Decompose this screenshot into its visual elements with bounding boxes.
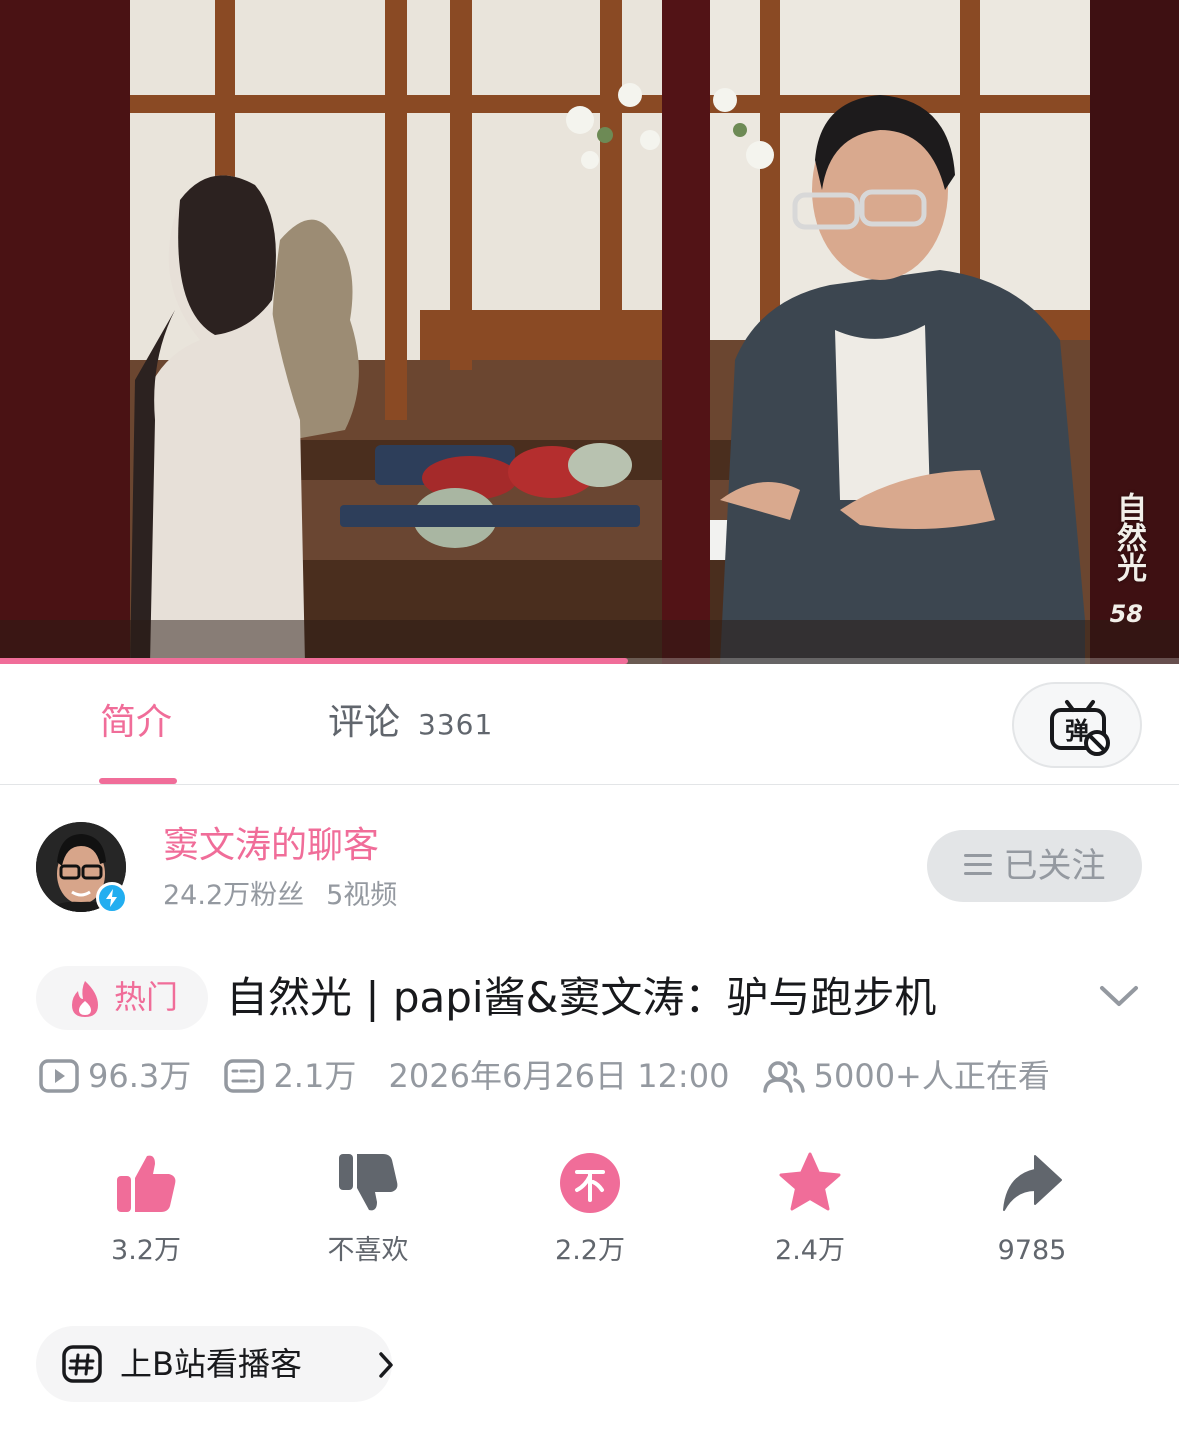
- coin-count: 2.2万: [555, 1235, 625, 1266]
- chevron-down-icon[interactable]: [1098, 982, 1140, 1010]
- danmaku-count: 2.1万: [273, 1057, 357, 1095]
- share-count: 9785: [997, 1235, 1067, 1266]
- tab-intro[interactable]: 简介: [100, 700, 172, 746]
- video-count: 5视频: [326, 880, 398, 911]
- verified-badge-icon: [96, 882, 128, 914]
- follow-button-label: 已关注: [1003, 846, 1106, 886]
- video-title: 自然光 | papi酱&窦文涛：驴与跑步机: [226, 973, 937, 1022]
- danmaku-toggle-button[interactable]: 弹: [1012, 682, 1142, 768]
- menu-icon: [963, 853, 992, 876]
- thumbs-down-icon: [339, 1154, 398, 1211]
- share-icon: [1003, 1155, 1062, 1211]
- hot-badge[interactable]: 热门: [36, 966, 208, 1030]
- watching-count: 5000+人正在看: [813, 1057, 1050, 1095]
- tab-comments[interactable]: 评论: [328, 700, 400, 746]
- video-watermark-number: 58: [1109, 600, 1143, 628]
- danmaku-off-icon: 弹: [1050, 700, 1110, 756]
- uploader-name[interactable]: 窦文涛的聊客: [163, 824, 379, 868]
- video-player[interactable]: 自然光 58: [0, 0, 1179, 664]
- follow-button[interactable]: 已关注: [927, 830, 1142, 902]
- video-meta-row: 96.3万 2.1万 2026年6月26日 12:00 5000+人正在看: [38, 1050, 1050, 1098]
- coin-button[interactable]: 2.2万: [510, 1150, 670, 1268]
- action-bar: 3.2万 不喜欢 2.2万 2.4万 9785: [0, 1150, 1179, 1280]
- view-count-item: 96.3万: [38, 1052, 191, 1100]
- dislike-label: 不喜欢: [327, 1235, 409, 1266]
- coin-icon: [560, 1153, 620, 1213]
- follower-count: 24.2万粉丝: [163, 880, 305, 911]
- flame-icon: [72, 981, 98, 1017]
- watching-item: 5000+人正在看: [762, 1052, 1050, 1100]
- uploader-stats: 24.2万粉丝 5视频: [163, 880, 397, 912]
- podcast-button-label: 上B站看播客: [120, 1345, 302, 1383]
- share-button[interactable]: 9785: [952, 1150, 1112, 1268]
- podcast-icon: [62, 1345, 102, 1383]
- tab-active-indicator: [99, 778, 177, 784]
- like-button[interactable]: 3.2万: [66, 1150, 226, 1268]
- danmaku-count-icon: [224, 1059, 265, 1093]
- viewers-icon: [762, 1061, 805, 1093]
- play-count-icon: [39, 1059, 79, 1093]
- uploader-section: 窦文涛的聊客 24.2万粉丝 5视频 已关注: [0, 786, 1179, 936]
- podcast-button[interactable]: 上B站看播客: [36, 1326, 393, 1402]
- view-count: 96.3万: [88, 1057, 192, 1095]
- video-watermark: 自然光: [1111, 492, 1146, 582]
- like-count: 3.2万: [111, 1235, 181, 1266]
- favorite-count: 2.4万: [775, 1235, 845, 1266]
- publish-date: 2026年6月26日 12:00: [388, 1057, 730, 1095]
- hot-badge-label: 热门: [114, 978, 179, 1016]
- danmaku-count-item: 2.1万: [223, 1052, 356, 1100]
- tab-bar: 简介 评论 3361 弹: [0, 664, 1179, 785]
- comments-count: 3361: [418, 708, 494, 741]
- dislike-button[interactable]: 不喜欢: [288, 1150, 448, 1268]
- favorite-button[interactable]: 2.4万: [730, 1150, 890, 1268]
- video-frame: [0, 0, 1179, 664]
- star-icon: [779, 1152, 841, 1211]
- chevron-right-icon: [379, 1352, 393, 1378]
- thumbs-up-icon: [117, 1155, 176, 1212]
